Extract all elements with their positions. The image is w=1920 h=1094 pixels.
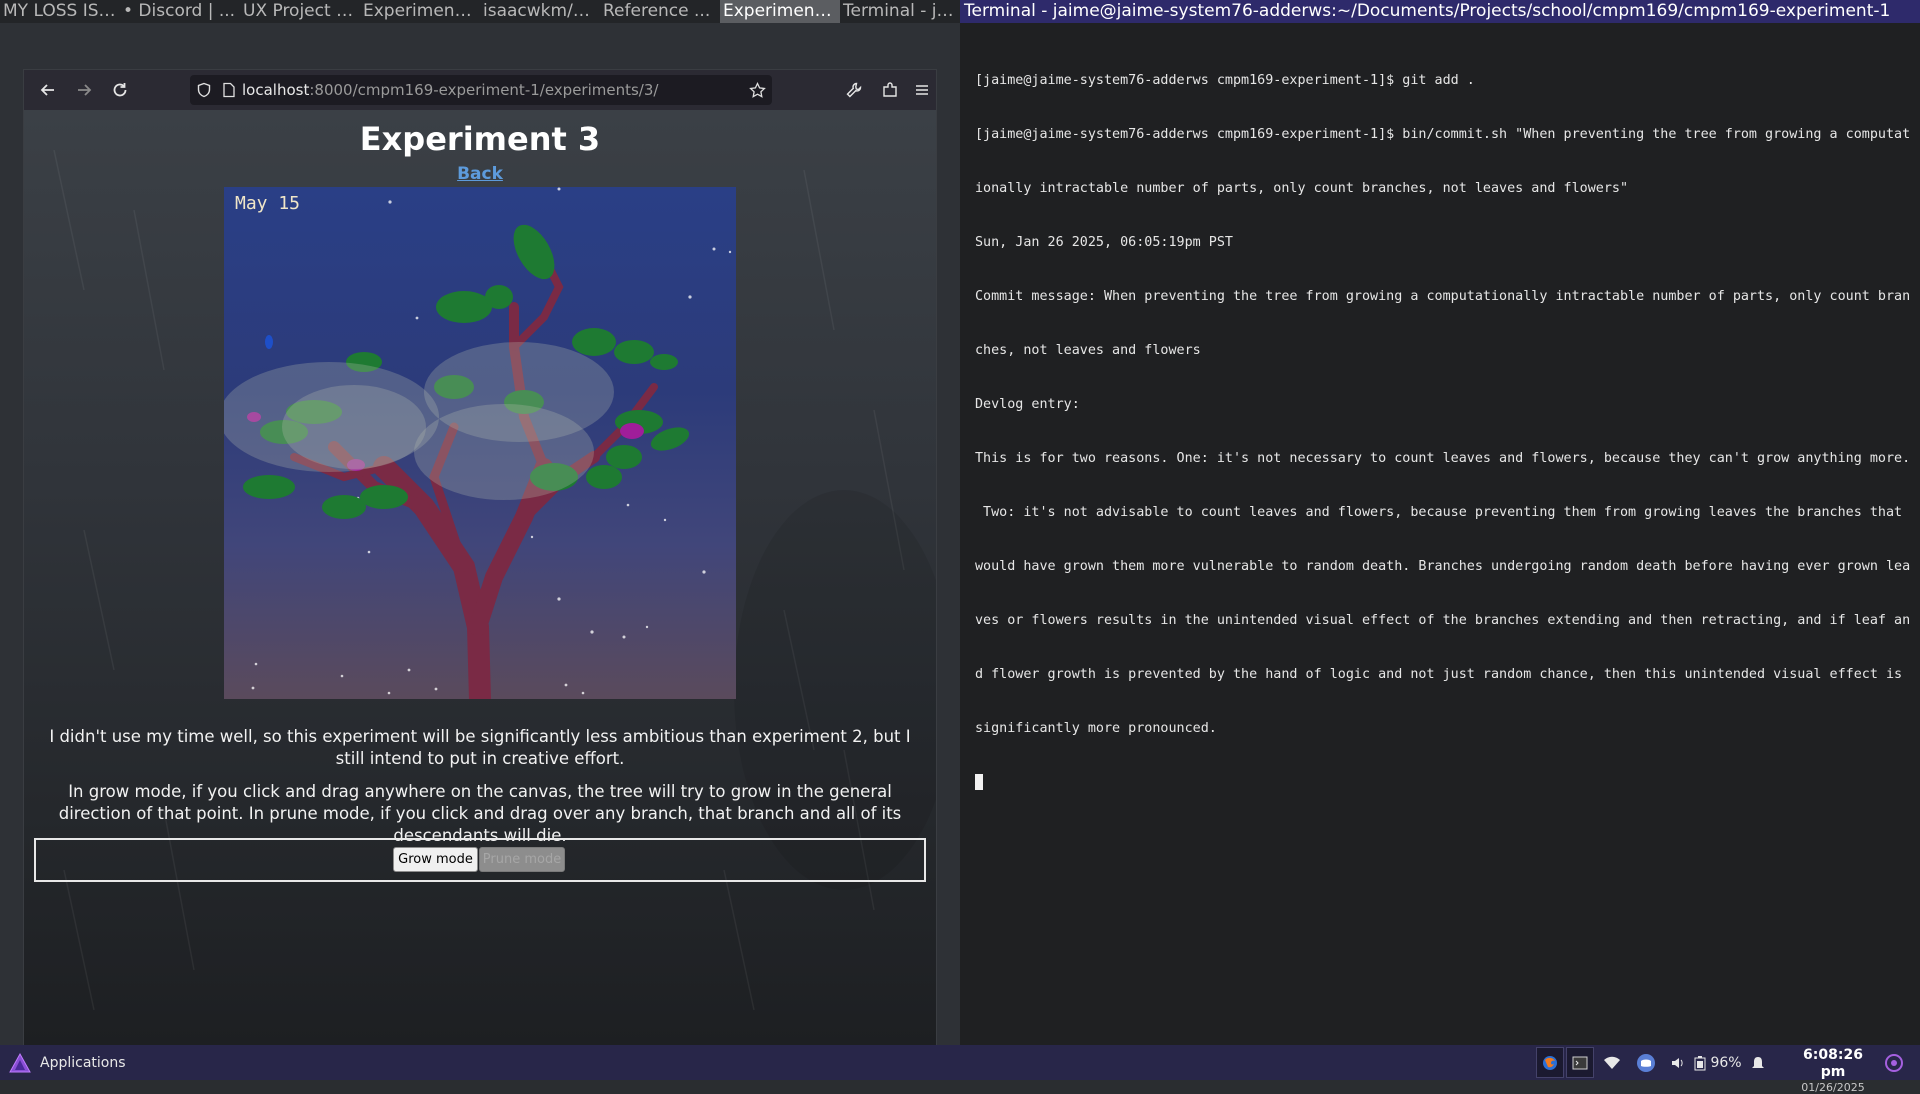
description-paragraph-1: I didn't use my time well, so this exper… bbox=[49, 727, 911, 768]
terminal-line: ionally intractable number of parts, onl… bbox=[975, 181, 1629, 196]
shield-icon[interactable] bbox=[196, 82, 212, 98]
terminal-line: Two: it's not advisable to count leaves … bbox=[975, 505, 1903, 520]
battery-indicator[interactable]: 96% bbox=[1693, 1045, 1743, 1080]
browser-window: localhost:8000/cmpm169-experiment-1/expe… bbox=[23, 69, 937, 1046]
bookmark-star-icon[interactable] bbox=[749, 82, 766, 99]
bottom-panel: Applications 96% 6:08:26 pm 01/26/2025 bbox=[0, 1045, 1920, 1094]
terminal-line: would have grown them more vulnerable to… bbox=[975, 559, 1911, 574]
window-tabs: MY LOSS IS ... • Discord | ... UX Projec… bbox=[0, 0, 960, 23]
page-icon bbox=[222, 82, 236, 98]
terminal-cursor bbox=[975, 774, 983, 790]
terminal-line: ches, not leaves and flowers bbox=[975, 343, 1201, 358]
session-menu-icon[interactable] bbox=[1884, 1053, 1904, 1077]
page-content: Experiment 3 Back May 15 I didn't use my… bbox=[24, 110, 936, 1045]
mode-controls: Grow mode Prune mode bbox=[34, 838, 926, 882]
battery-percent: 96% bbox=[1710, 1054, 1742, 1071]
menu-icon[interactable] bbox=[912, 76, 932, 104]
url-path: :8000/cmpm169-experiment-1/experiments/3… bbox=[309, 81, 659, 99]
terminal-icon bbox=[1572, 1056, 1588, 1069]
canvas-mist bbox=[224, 342, 614, 500]
browser-toolbar: localhost:8000/cmpm169-experiment-1/expe… bbox=[24, 70, 936, 110]
clock[interactable]: 6:08:26 pm 01/26/2025 bbox=[1790, 1047, 1876, 1094]
window-title-bar: MY LOSS IS ... • Discord | ... UX Projec… bbox=[0, 0, 1920, 23]
window-tab-7[interactable]: Experiment ... bbox=[720, 0, 840, 23]
url-host: localhost bbox=[242, 81, 310, 99]
tree-canvas[interactable]: May 15 bbox=[224, 187, 736, 699]
window-tab-5[interactable]: isaacwkm/T... bbox=[480, 0, 600, 23]
window-tab-1[interactable]: MY LOSS IS ... bbox=[0, 0, 120, 23]
back-arrow-icon[interactable] bbox=[34, 76, 62, 104]
volume-icon[interactable] bbox=[1663, 1045, 1693, 1080]
battery-icon bbox=[1694, 1055, 1706, 1070]
desktop-left-area: localhost:8000/cmpm169-experiment-1/expe… bbox=[0, 23, 960, 1046]
url-text[interactable]: localhost:8000/cmpm169-experiment-1/expe… bbox=[242, 81, 658, 99]
terminal-line: Devlog entry: bbox=[975, 397, 1080, 412]
terminal-line: significantly more pronounced. bbox=[975, 721, 1217, 736]
blue-spark bbox=[265, 335, 273, 349]
extensions-icon[interactable] bbox=[876, 76, 904, 104]
terminal-line: This is for two reasons. One: it's not n… bbox=[975, 451, 1911, 466]
canvas-date: May 15 bbox=[235, 193, 301, 214]
grow-mode-button[interactable]: Grow mode bbox=[393, 847, 478, 872]
terminal-window[interactable]: [jaime@jaime-system76-adderws cmpm169-ex… bbox=[960, 23, 1920, 1045]
terminal-line: Sun, Jan 26 2025, 06:05:19pm PST bbox=[975, 235, 1233, 250]
terminal-line: [jaime@jaime-system76-adderws cmpm169-ex… bbox=[975, 127, 1911, 142]
window-tab-6[interactable]: Reference ... bbox=[600, 0, 720, 23]
url-bar[interactable]: localhost:8000/cmpm169-experiment-1/expe… bbox=[190, 75, 772, 105]
page-title: Experiment 3 bbox=[359, 120, 601, 158]
wifi-icon[interactable] bbox=[1595, 1045, 1629, 1080]
clock-time: 6:08:26 pm bbox=[1803, 1047, 1863, 1080]
reload-icon[interactable] bbox=[106, 76, 134, 104]
applications-label: Applications bbox=[40, 1054, 126, 1071]
wrench-icon[interactable] bbox=[840, 76, 868, 104]
applications-icon bbox=[9, 1052, 31, 1072]
back-link-row: Back bbox=[24, 164, 936, 184]
terminal-output: [jaime@jaime-system76-adderws cmpm169-ex… bbox=[975, 36, 1910, 828]
applications-menu[interactable]: Applications bbox=[8, 1052, 126, 1074]
window-tab-8[interactable]: Terminal - ja... bbox=[840, 0, 960, 23]
system-tray: 96% bbox=[1535, 1045, 1773, 1080]
back-link[interactable]: Back bbox=[457, 164, 503, 184]
terminal-line: ves or flowers results in the unintended… bbox=[975, 613, 1911, 628]
prune-mode-button[interactable]: Prune mode bbox=[479, 847, 565, 872]
terminal-line: [jaime@jaime-system76-adderws cmpm169-ex… bbox=[975, 73, 1475, 88]
window-tab-2[interactable]: • Discord | ... bbox=[120, 0, 240, 23]
terminal-window-title[interactable]: Terminal - jaime@jaime-system76-adderws:… bbox=[960, 0, 1920, 23]
window-tab-3[interactable]: UX Project P... bbox=[240, 0, 360, 23]
discord-icon[interactable] bbox=[1629, 1045, 1663, 1080]
notification-bell-icon[interactable] bbox=[1743, 1045, 1773, 1080]
terminal-line: d flower growth is prevented by the hand… bbox=[975, 667, 1903, 682]
taskbar-terminal-button[interactable] bbox=[1566, 1047, 1594, 1078]
clock-date: 01/26/2025 bbox=[1801, 1081, 1865, 1094]
forward-arrow-icon[interactable] bbox=[70, 76, 98, 104]
firefox-icon bbox=[1543, 1055, 1557, 1070]
window-tab-4[interactable]: Experiment ... bbox=[360, 0, 480, 23]
tree-drawing bbox=[224, 187, 732, 699]
terminal-line: Commit message: When preventing the tree… bbox=[975, 289, 1911, 304]
taskbar-firefox-button[interactable] bbox=[1536, 1047, 1564, 1078]
